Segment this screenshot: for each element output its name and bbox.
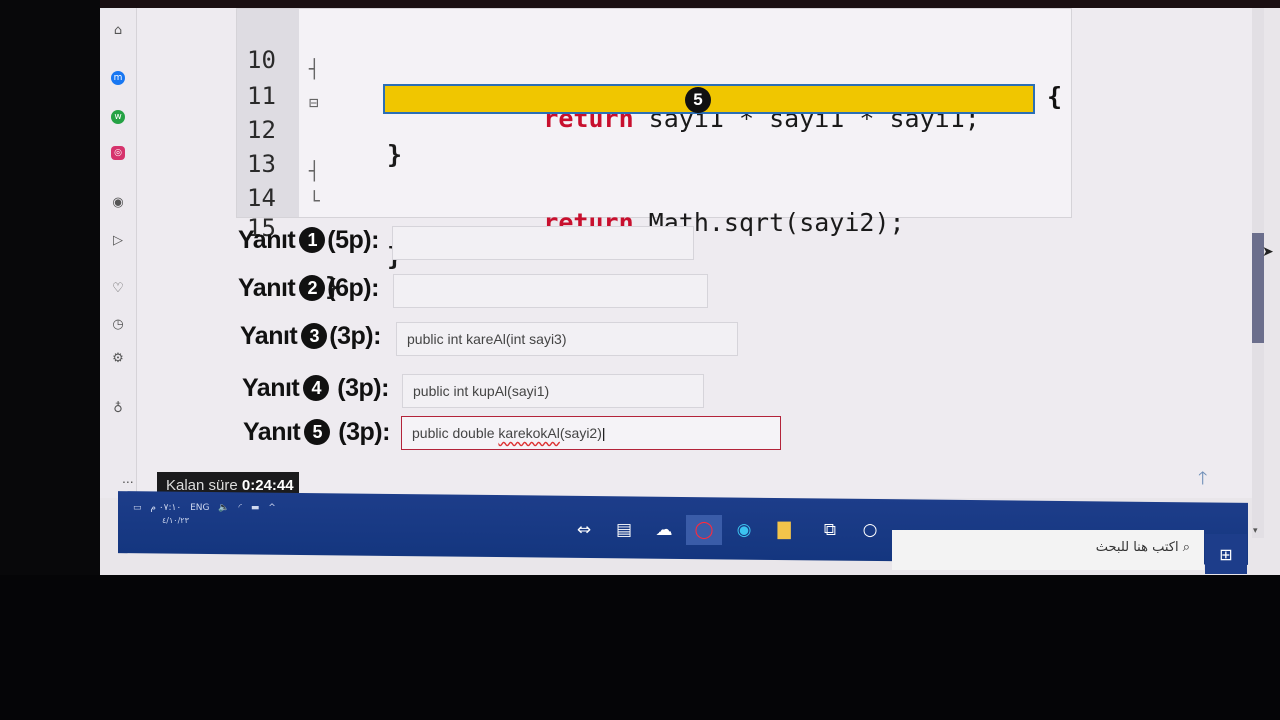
browser-sidebar: ⌂ m w ◎ ◉ ▷ ♡ ◷ ⚙ ♁	[100, 8, 137, 498]
fold-end-icon: └	[309, 191, 320, 212]
task-view-icon[interactable]: ⧉	[812, 515, 848, 545]
answer-number: 2	[299, 275, 326, 301]
answer-points: (3p):	[338, 418, 390, 446]
instagram-icon[interactable]: ◎	[111, 146, 125, 160]
collapse-icon[interactable]: ⊟	[309, 93, 319, 112]
wifi-icon[interactable]: ◜	[238, 503, 242, 513]
home-icon[interactable]: ⌂	[108, 20, 128, 40]
fold-marker-icon: ┤	[309, 161, 320, 182]
teamviewer-icon[interactable]: ⇔	[566, 515, 602, 545]
more-icon[interactable]: ...	[122, 470, 134, 486]
player-icon[interactable]: ◉	[108, 192, 128, 212]
volume-icon[interactable]: 🔈	[218, 503, 229, 513]
page-scrollbar[interactable]: ▾	[1252, 8, 1264, 538]
answer-points: (3p):	[337, 374, 389, 402]
code-line-14: 14 ┤ }	[237, 155, 1071, 271]
answer-prefix: Yanıt	[240, 322, 298, 350]
answer-number: 5	[304, 419, 331, 445]
code-line-10: 10 return sayi1 * sayi1 * sayi1;	[237, 17, 1071, 133]
search-icon: ⌕	[1182, 540, 1190, 555]
code-line-15: 15 └ }	[237, 185, 1071, 301]
scroll-top-icon[interactable]: 🡑	[1198, 466, 1207, 496]
code-line-13: 13 return Math.sqrt(sayi2);	[237, 121, 1071, 237]
windows-start-icon[interactable]: ⊞	[1205, 534, 1247, 574]
photo-dark-bottom	[0, 575, 1280, 720]
answer-number: 3	[301, 323, 328, 349]
answer-text: (sayi2)	[559, 425, 602, 441]
mouse-cursor-icon: ➤	[1262, 244, 1274, 260]
answer-label: Yanıt 2 (6p):	[238, 274, 379, 303]
answer-prefix: Yanıt	[242, 374, 300, 402]
screen-top-edge	[100, 0, 1280, 8]
timer-value: 0:24:44	[241, 477, 294, 494]
answer-label: Yanıt 4 (3p):	[242, 374, 389, 403]
answer-label: Yanıt 1 (5p):	[238, 226, 379, 255]
answer-label: Yanıt 5 (3p):	[243, 418, 390, 447]
settings-icon[interactable]: ⚙	[108, 348, 128, 368]
cortana-icon[interactable]: ○	[852, 515, 888, 545]
blank-number-badge: 5	[685, 87, 711, 113]
answer-prefix: Yanıt	[238, 226, 296, 254]
text-caret: |	[601, 425, 606, 441]
clock-date[interactable]: ٤/١٠/٢٣	[162, 516, 189, 525]
code-line-11: 11 ┤ }	[237, 53, 1071, 169]
notification-icon[interactable]: ▭	[133, 503, 142, 513]
history-icon[interactable]: ◷	[108, 314, 128, 334]
taskbar-search[interactable]: ⌕ اكتب هنا للبحث	[892, 530, 1204, 570]
opera-icon[interactable]: ◯	[686, 515, 722, 545]
messenger-icon[interactable]: m	[111, 71, 125, 85]
answer-number: 4	[303, 375, 330, 401]
search-placeholder: اكتب هنا للبحث	[1095, 540, 1179, 555]
chevron-down-icon[interactable]: ▾	[1253, 525, 1258, 536]
answer-1-input[interactable]	[392, 226, 694, 260]
blank-5-highlight: 5	[383, 84, 1035, 114]
answer-2-input[interactable]	[393, 274, 708, 308]
clock-time[interactable]: ٠٧:١٠ م	[150, 503, 181, 513]
answer-points: (5p):	[327, 226, 379, 254]
answer-points: (3p):	[329, 322, 381, 350]
edge-icon[interactable]: ◉	[726, 515, 762, 545]
answer-label: Yanıt 3 (3p):	[240, 322, 381, 351]
file-explorer-icon[interactable]: ▇	[766, 515, 802, 545]
battery-icon[interactable]: ▬	[251, 503, 260, 513]
fold-marker-icon: ┤	[309, 59, 320, 80]
code-listing: 10 return sayi1 * sayi1 * sayi1; 11 ┤ } …	[236, 8, 1072, 301]
app-icon[interactable]: ☁	[646, 515, 682, 545]
app-icon[interactable]: ▤	[606, 515, 642, 545]
system-tray: ▭ ٠٧:١٠ م ENG 🔈 ◜ ▬ ^	[133, 503, 282, 513]
answer-points: (6p):	[327, 274, 379, 302]
whatsapp-icon[interactable]: w	[111, 110, 125, 124]
answer-5-input[interactable]: public double karekokAl(sayi2)|	[401, 416, 781, 450]
bulb-icon[interactable]: ♁	[108, 398, 128, 418]
answer-4-input[interactable]: public int kupAl(sayi1)	[402, 374, 704, 408]
answer-text: public double	[412, 425, 499, 441]
language-indicator[interactable]: ENG	[190, 503, 209, 513]
open-brace: {	[1047, 82, 1063, 111]
heart-icon[interactable]: ♡	[108, 278, 128, 298]
answer-prefix: Yanıt	[238, 274, 296, 302]
answer-prefix: Yanıt	[243, 418, 301, 446]
answer-3-input[interactable]: public int kareAl(int sayi3)	[396, 322, 738, 356]
answer-text-misspelled: karekokAl	[498, 425, 560, 441]
answer-number: 1	[299, 227, 326, 253]
chevron-up-icon[interactable]: ^	[268, 503, 276, 513]
play-icon[interactable]: ▷	[108, 230, 128, 250]
